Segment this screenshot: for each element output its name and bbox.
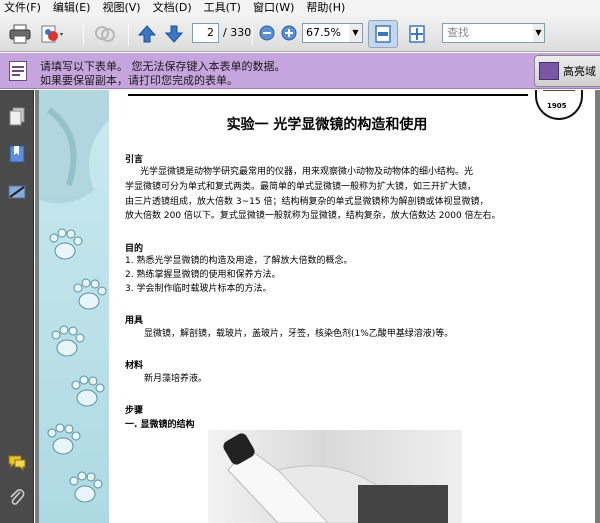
banner-message-line-2: 如果要保留副本，请打印您完成的表单。 bbox=[40, 74, 238, 87]
paw-print bbox=[51, 325, 85, 357]
intro-line: 学显微镜可分为单式和复式两类。最简单的单式显微镜一般称为扩大镜，如三开扩大镜， bbox=[125, 182, 477, 192]
print-icon[interactable] bbox=[8, 23, 32, 45]
decorative-swirl bbox=[39, 90, 109, 204]
collaborate-icon[interactable] bbox=[92, 23, 118, 45]
search-input[interactable]: 查找 bbox=[442, 23, 534, 43]
toolbar-separator bbox=[128, 24, 129, 46]
section-heading-tools: 用具 bbox=[125, 316, 144, 326]
fit-page-icon[interactable] bbox=[405, 23, 429, 45]
zoom-out-icon[interactable] bbox=[258, 24, 276, 42]
microscope-photo bbox=[208, 430, 462, 523]
page-number-input[interactable]: 2 bbox=[192, 23, 219, 43]
toolbar-separator bbox=[83, 24, 84, 46]
intro-line: 放大倍数 200 倍以下。复式显微镜一般就称为显微镜，结构复杂，放大倍数达 20… bbox=[125, 211, 501, 221]
paw-print bbox=[69, 471, 103, 503]
zoom-in-icon[interactable] bbox=[280, 24, 298, 42]
page-total: / 330 bbox=[223, 26, 252, 39]
menu-file[interactable]: 文件(F) bbox=[4, 0, 41, 16]
paw-print bbox=[49, 228, 83, 260]
aim-item: 1. 熟悉光学显微镜的构造及用途，了解放大倍数的概念。 bbox=[125, 256, 353, 266]
highlight-fields-icon bbox=[539, 62, 559, 80]
highlight-fields-label: 高亮域 bbox=[563, 65, 596, 78]
toolbar-separator bbox=[252, 24, 253, 46]
section-heading-aim: 目的 bbox=[125, 244, 144, 254]
zoom-dropdown-icon[interactable]: ▼ bbox=[349, 23, 363, 43]
next-page-icon[interactable] bbox=[163, 23, 185, 45]
bookmarks-icon[interactable] bbox=[7, 144, 27, 164]
intro-line: 光学显微镜是动物学研究最常用的仪器，用来观察微小动物及动物体的细小结构。光 bbox=[140, 167, 474, 177]
section-heading-steps: 步骤 bbox=[125, 406, 144, 416]
menu-help[interactable]: 帮助(H) bbox=[306, 0, 345, 16]
paw-print bbox=[47, 423, 81, 455]
highlight-fields-button[interactable]: 高亮域 bbox=[534, 55, 600, 87]
page-content: 实验一 光学显微镜的构造和使用 引言 光学显微镜是动物学研究最常用的仪器，用来观… bbox=[122, 90, 532, 523]
intro-line: 由三片透镜组成，放大倍数 3~15 倍；结构稍复杂的单式显微镜称为解剖镜或体视显… bbox=[125, 197, 489, 207]
tools-text: 显微镜，解剖镜，载玻片，盖玻片，牙签，核染色剂(1%乙酸甲基绿溶液)等。 bbox=[144, 329, 454, 339]
attachments-icon[interactable] bbox=[7, 488, 27, 508]
section-heading-material: 材料 bbox=[125, 361, 144, 371]
form-icon bbox=[9, 61, 27, 81]
page-decoration-strip bbox=[39, 90, 109, 523]
steps-subheading: 一. 显微镜的结构 bbox=[125, 420, 195, 430]
menu-view[interactable]: 视图(V) bbox=[102, 0, 140, 16]
paw-print bbox=[73, 278, 107, 310]
document-viewport[interactable]: 实验一 光学显微镜的构造和使用 引言 光学显微镜是动物学研究最常用的仪器，用来观… bbox=[35, 90, 600, 523]
fit-width-icon[interactable] bbox=[371, 23, 395, 45]
material-text: 新月藻培养液。 bbox=[144, 374, 208, 384]
seal-logo: 1905 bbox=[535, 90, 583, 120]
previous-page-icon[interactable] bbox=[136, 23, 158, 45]
form-notification-bar: 请填写以下表单。 您无法保存键入本表单的数据。 如果要保留副本，请打印您完成的表… bbox=[0, 53, 600, 89]
paw-print bbox=[71, 375, 105, 407]
section-heading-intro: 引言 bbox=[125, 155, 144, 165]
menu-bar: 文件(F) 编辑(E) 视图(V) 文档(D) 工具(T) 窗口(W) 帮助(H… bbox=[0, 0, 600, 16]
menu-window[interactable]: 窗口(W) bbox=[253, 0, 294, 16]
document-title: 实验一 光学显微镜的构造和使用 bbox=[226, 117, 428, 133]
pages-icon[interactable] bbox=[7, 106, 27, 126]
aim-item: 2. 熟练掌握显微镜的使用和保养方法。 bbox=[125, 270, 281, 280]
toolbar: 2 / 330 67.5% ▼ 查找 ▼ bbox=[0, 16, 600, 52]
seal-year: 1905 bbox=[547, 102, 567, 110]
create-pdf-icon[interactable] bbox=[40, 23, 66, 45]
menu-edit[interactable]: 编辑(E) bbox=[53, 0, 91, 16]
navigation-pane bbox=[0, 90, 34, 523]
search-dropdown-icon[interactable]: ▼ bbox=[533, 23, 545, 43]
header-rule bbox=[128, 94, 528, 96]
menu-tools[interactable]: 工具(T) bbox=[204, 0, 241, 16]
signatures-icon[interactable] bbox=[7, 182, 27, 202]
pdf-page: 实验一 光学显微镜的构造和使用 引言 光学显微镜是动物学研究最常用的仪器，用来观… bbox=[39, 90, 595, 523]
zoom-level-input[interactable]: 67.5% bbox=[302, 23, 350, 43]
aim-item: 3. 学会制作临时载玻片标本的方法。 bbox=[125, 284, 272, 294]
menu-document[interactable]: 文档(D) bbox=[153, 0, 192, 16]
comments-icon[interactable] bbox=[7, 452, 27, 472]
